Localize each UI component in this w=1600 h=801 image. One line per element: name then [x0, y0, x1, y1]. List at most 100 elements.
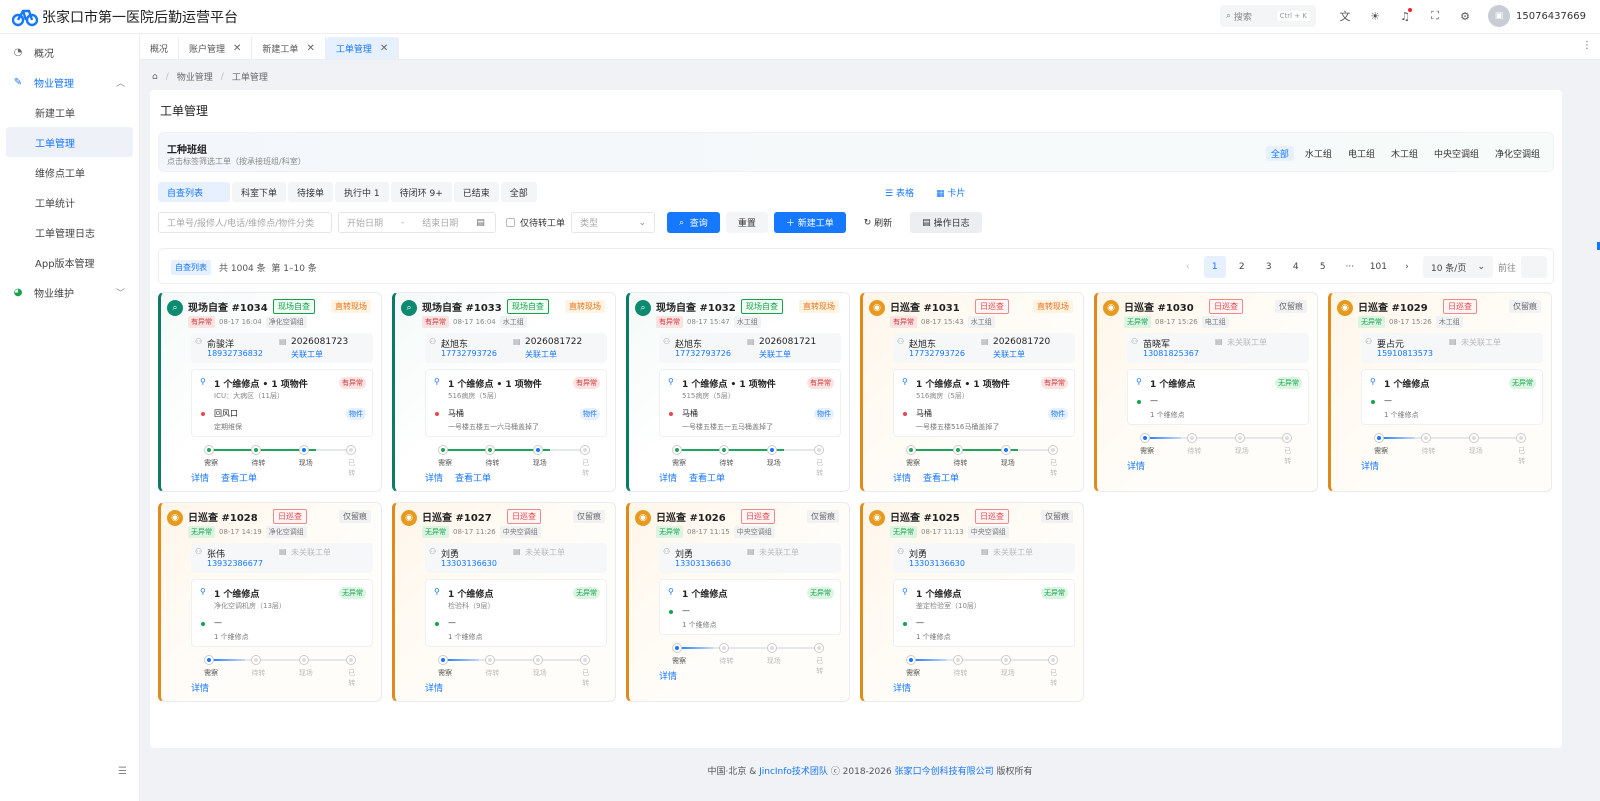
work-order-card[interactable]: ◉ 日巡查 #1029 日巡查 仅留痕 无异常 08-17 15:26 木工组 ⚇ 要占元 159…	[1328, 292, 1552, 492]
status-tab[interactable]: 全部	[500, 182, 537, 202]
reporter-phone[interactable]: 17732793726	[675, 349, 731, 358]
type-select[interactable]: 类型 ⌄	[571, 212, 656, 233]
work-order-number[interactable]: 2026081722	[525, 337, 582, 347]
work-order-card[interactable]: ◉ 日巡查 #1031 日巡查 直转现场 有异常 08-17 15:43 水工组 ⚇ 赵旭东 17…	[860, 292, 1084, 492]
sidebar-item-stats[interactable]: 工单统计	[0, 187, 139, 217]
group-option[interactable]: 木工组	[1386, 146, 1423, 161]
reset-button[interactable]: 重置	[725, 212, 768, 233]
gear-icon[interactable]: ⚙	[1450, 5, 1480, 27]
operation-log-button[interactable]: ▤ 操作日志	[910, 212, 982, 233]
fullscreen-icon[interactable]: ⛶	[1420, 5, 1450, 27]
sidebar-item-repair-point[interactable]: 维修点工单	[0, 157, 139, 187]
work-order-number[interactable]: 2026081723	[291, 337, 348, 347]
detail-link[interactable]: 详情	[1127, 459, 1145, 472]
page-button[interactable]: 101	[1366, 256, 1391, 278]
next-page-icon[interactable]: ›	[1396, 256, 1418, 278]
detail-link[interactable]: 详情	[659, 669, 677, 682]
detail-link[interactable]: 详情	[1361, 459, 1379, 472]
reporter-phone[interactable]: 13303136630	[909, 559, 965, 568]
table-view-button[interactable]: ☰ 表格	[885, 186, 914, 199]
date-range-picker[interactable]: 开始日期 - 结束日期 ▤	[338, 212, 496, 233]
group-option[interactable]: 全部	[1265, 146, 1294, 161]
tab-new-order[interactable]: 新建工单 ✕	[252, 37, 326, 59]
reporter-phone[interactable]: 13932386677	[207, 559, 263, 568]
status-tab[interactable]: 科室下单	[232, 182, 287, 202]
group-option[interactable]: 水工组	[1300, 146, 1337, 161]
page-button[interactable]: 4	[1285, 256, 1307, 278]
work-order-card[interactable]: ◉ 日巡查 #1028 日巡查 仅留痕 无异常 08-17 14:19 净化空调组 ⚇ 张伟 13…	[158, 502, 382, 702]
work-order-number[interactable]: 2026081721	[759, 337, 816, 347]
sidebar-item-app-version[interactable]: App版本管理	[0, 247, 139, 277]
global-search[interactable]: ⌕ 搜索 Ctrl + K	[1220, 5, 1316, 27]
page-button[interactable]: ···	[1339, 256, 1361, 278]
detail-link[interactable]: 详情	[425, 681, 443, 694]
avatar[interactable]: ▣	[1488, 5, 1510, 27]
work-order-card[interactable]: ◉ 日巡查 #1026 日巡查 仅留痕 无异常 08-17 11:15 中央空调组 ⚇ 刘勇 13…	[626, 502, 850, 702]
linked-order-link[interactable]: 关联工单	[993, 349, 1025, 360]
page-button[interactable]: 5	[1312, 256, 1334, 278]
sidebar-item-new-order[interactable]: 新建工单	[0, 97, 139, 127]
status-tab[interactable]: 执行中 1	[335, 182, 389, 202]
footer-team-link[interactable]: JincInfo技术团队	[759, 767, 828, 777]
reporter-phone[interactable]: 18932736832	[207, 349, 263, 358]
theme-sun-icon[interactable]: ☀	[1360, 5, 1390, 27]
reporter-phone[interactable]: 13081825367	[1143, 349, 1199, 358]
close-icon[interactable]: ✕	[233, 43, 241, 54]
detail-link[interactable]: 详情	[893, 471, 911, 484]
reporter-phone[interactable]: 17732793726	[909, 349, 965, 358]
close-icon[interactable]: ✕	[380, 43, 388, 54]
breadcrumb-item[interactable]: 物业管理	[177, 70, 213, 83]
page-button[interactable]: 2	[1231, 256, 1253, 278]
page-button[interactable]: 3	[1258, 256, 1280, 278]
home-icon[interactable]: ⌂	[152, 72, 158, 82]
work-order-card[interactable]: ⌕ 现场自查 #1034 现场自查 直转现场 有异常 08-17 16:04 净化空调组 ⚇ 俞…	[158, 292, 382, 492]
tab-order-manage[interactable]: 工单管理 ✕	[325, 37, 400, 59]
new-order-button[interactable]: ＋ 新建工单	[773, 212, 846, 233]
work-order-card[interactable]: ◉ 日巡查 #1030 日巡查 仅留痕 无异常 08-17 15:26 电工组 ⚇ 苗晓军 130…	[1094, 292, 1318, 492]
view-order-link[interactable]: 查看工单	[221, 471, 257, 484]
status-tab[interactable]: 待闭环 9+	[390, 182, 452, 202]
work-order-card[interactable]: ⌕ 现场自查 #1033 现场自查 直转现场 有异常 08-17 16:04 水工组 ⚇ 赵旭东…	[392, 292, 616, 492]
refresh-button[interactable]: ↻ 刷新	[851, 212, 905, 233]
goto-page-input[interactable]	[1521, 256, 1547, 278]
view-order-link[interactable]: 查看工单	[455, 471, 491, 484]
view-order-link[interactable]: 查看工单	[923, 471, 959, 484]
group-option[interactable]: 中央空调组	[1429, 146, 1484, 161]
detail-link[interactable]: 详情	[425, 471, 443, 484]
keyword-input[interactable]: 工单号/报修人/电话/维修点/物件分类	[158, 212, 332, 233]
reporter-phone[interactable]: 15910813573	[1377, 349, 1433, 358]
sidebar-group-property[interactable]: ✎ 物业管理 ︿	[0, 67, 139, 97]
sidebar-item-overview[interactable]: ◔ 概况	[0, 37, 139, 67]
reporter-phone[interactable]: 13303136630	[675, 559, 731, 568]
translate-icon[interactable]: 文	[1330, 5, 1360, 27]
group-option[interactable]: 净化空调组	[1490, 146, 1545, 161]
card-view-button[interactable]: ▦ 卡片	[936, 186, 965, 199]
detail-link[interactable]: 详情	[659, 471, 677, 484]
only-transfer-checkbox[interactable]: 仅待转工单	[506, 216, 565, 229]
detail-link[interactable]: 详情	[191, 681, 209, 694]
sidebar-group-maintenance[interactable]: ◕ 物业维护 ﹀	[0, 277, 139, 307]
status-tab[interactable]: 自查列表	[158, 182, 230, 202]
detail-link[interactable]: 详情	[893, 681, 911, 694]
reporter-phone[interactable]: 17732793726	[441, 349, 497, 358]
group-option[interactable]: 电工组	[1343, 146, 1380, 161]
detail-link[interactable]: 详情	[191, 471, 209, 484]
bell-icon[interactable]: ♫	[1390, 5, 1420, 27]
work-order-card[interactable]: ⌕ 现场自查 #1032 现场自查 直转现场 有异常 08-17 15:47 水工组 ⚇ 赵旭东…	[626, 292, 850, 492]
status-tab[interactable]: 待接单	[288, 182, 334, 202]
query-button[interactable]: ⌕ 查询	[667, 212, 720, 233]
view-order-link[interactable]: 查看工单	[689, 471, 725, 484]
more-vertical-icon[interactable]: ⋮	[1582, 40, 1592, 51]
tab-overview[interactable]: 概况	[140, 37, 180, 59]
status-tab[interactable]: 已结束	[453, 182, 499, 202]
page-button[interactable]: 1	[1203, 256, 1226, 278]
linked-order-link[interactable]: 关联工单	[525, 349, 557, 360]
collapse-sidebar-icon[interactable]: ☰	[118, 766, 127, 777]
sidebar-item-order-manage[interactable]: 工单管理	[6, 127, 133, 157]
work-order-number[interactable]: 2026081720	[993, 337, 1050, 347]
app-logo[interactable]: 张家口市第一医院后勤运营平台	[12, 7, 238, 27]
close-icon[interactable]: ✕	[306, 43, 314, 54]
prev-page-icon[interactable]: ‹	[1177, 256, 1199, 278]
linked-order-link[interactable]: 关联工单	[759, 349, 791, 360]
reporter-phone[interactable]: 13303136630	[441, 559, 497, 568]
